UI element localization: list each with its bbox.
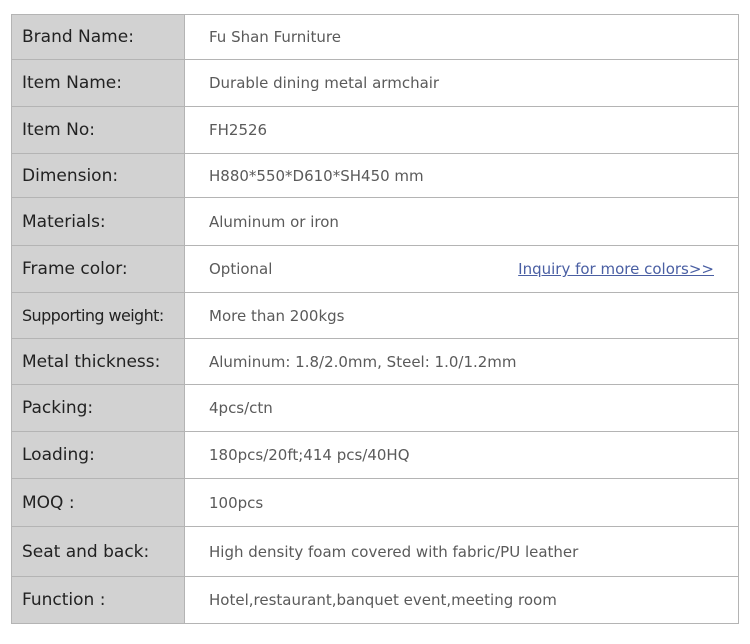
spec-label: Dimension: [11,153,185,198]
spec-row-loading: Loading: 180pcs/20ft;414 pcs/40HQ [11,431,739,479]
spec-value: More than 200kgs [184,292,739,339]
spec-row-supporting-weight: Supporting weight: More than 200kgs [11,292,739,339]
spec-label: Frame color: [11,245,185,293]
spec-row-packing: Packing: 4pcs/ctn [11,384,739,432]
spec-row-item-name: Item Name: Durable dining metal armchair [11,59,739,107]
spec-row-function: Function : Hotel,restaurant,banquet even… [11,576,739,624]
spec-label: Packing: [11,384,185,432]
spec-value: Fu Shan Furniture [184,14,739,60]
spec-label: Brand Name: [11,14,185,60]
spec-value: Hotel,restaurant,banquet event,meeting r… [184,576,739,624]
spec-label: Materials: [11,197,185,246]
spec-value: Optional [209,260,273,278]
spec-row-item-no: Item No: FH2526 [11,106,739,154]
inquiry-more-colors-link[interactable]: Inquiry for more colors>> [518,260,714,278]
spec-label: Seat and back: [11,526,185,577]
spec-row-frame-color: Frame color: Optional Inquiry for more c… [11,245,739,293]
spec-value: 180pcs/20ft;414 pcs/40HQ [184,431,739,479]
spec-label: Loading: [11,431,185,479]
spec-value: Aluminum or iron [184,197,739,246]
spec-value: FH2526 [184,106,739,154]
spec-value-cell: Optional Inquiry for more colors>> [184,245,739,293]
spec-value: Durable dining metal armchair [184,59,739,107]
product-spec-table: Brand Name: Fu Shan Furniture Item Name:… [11,14,739,624]
spec-row-dimension: Dimension: H880*550*D610*SH450 mm [11,153,739,198]
spec-label: Function : [11,576,185,624]
spec-value: H880*550*D610*SH450 mm [184,153,739,198]
spec-row-metal-thickness: Metal thickness: Aluminum: 1.8/2.0mm, St… [11,338,739,385]
spec-value: Aluminum: 1.8/2.0mm, Steel: 1.0/1.2mm [184,338,739,385]
spec-label: Item Name: [11,59,185,107]
frame-color-value-wrap: Optional Inquiry for more colors>> [209,260,714,278]
spec-row-seat-and-back: Seat and back: High density foam covered… [11,526,739,577]
spec-label: Item No: [11,106,185,154]
spec-value: 100pcs [184,478,739,527]
spec-label: MOQ : [11,478,185,527]
spec-row-brand-name: Brand Name: Fu Shan Furniture [11,14,739,60]
spec-label: Supporting weight: [11,292,185,339]
spec-value: High density foam covered with fabric/PU… [184,526,739,577]
spec-label: Metal thickness: [11,338,185,385]
spec-value: 4pcs/ctn [184,384,739,432]
spec-row-materials: Materials: Aluminum or iron [11,197,739,246]
spec-row-moq: MOQ : 100pcs [11,478,739,527]
